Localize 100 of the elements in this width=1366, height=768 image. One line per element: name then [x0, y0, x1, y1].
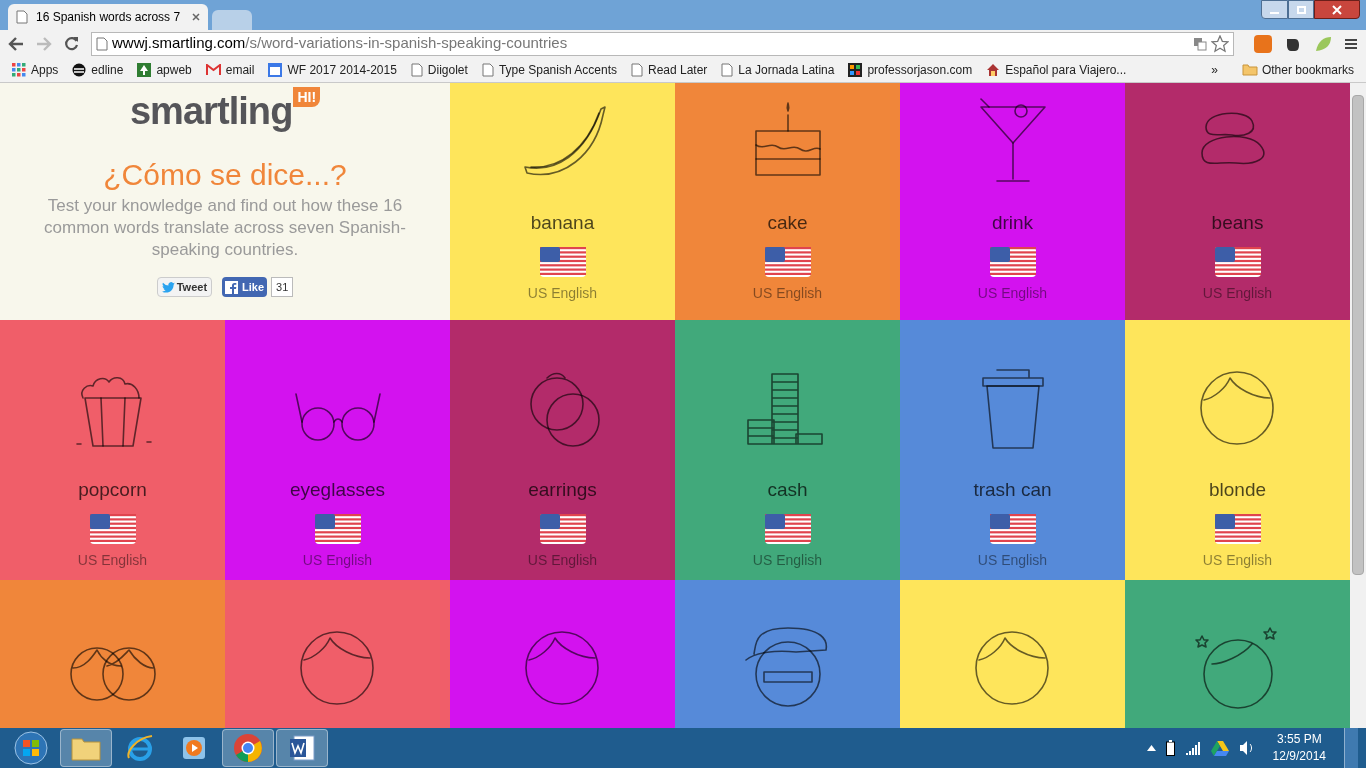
word-label: earrings: [528, 478, 597, 502]
word-tile[interactable]: cake US English: [675, 83, 900, 320]
star-icon[interactable]: [1211, 34, 1229, 53]
bookmark[interactable]: Diigolet: [406, 58, 472, 81]
clock-date[interactable]: 12/9/2014: [1272, 748, 1326, 765]
show-hidden-icon[interactable]: [1146, 745, 1156, 751]
language-label: US English: [1202, 551, 1273, 570]
like-count: 31: [271, 277, 294, 297]
word-tile[interactable]: trash can US English: [900, 320, 1125, 580]
logo-badge: HI!: [293, 87, 321, 107]
facebook-icon: [225, 280, 239, 294]
folder-icon: [71, 735, 101, 761]
logo: smartling: [129, 89, 293, 133]
us-flag-icon: [89, 514, 136, 544]
word-tile[interactable]: eyeglasses US English: [225, 320, 450, 580]
us-flag-icon: [989, 247, 1036, 277]
apps-icon: [12, 62, 26, 77]
language-label: US English: [977, 551, 1048, 570]
more-bookmarks-button[interactable]: »: [1211, 60, 1218, 79]
bookmark[interactable]: Español para Viajero...: [982, 58, 1131, 81]
minimize-button[interactable]: [1261, 0, 1288, 19]
signal-icon[interactable]: [1184, 741, 1201, 755]
us-flag-icon: [764, 247, 811, 277]
page-title: ¿Cómo se dice...?: [103, 157, 347, 193]
document-icon: [288, 734, 316, 762]
page-icon: [410, 62, 423, 77]
show-desktop-button[interactable]: [1344, 728, 1358, 768]
squares-icon: [848, 62, 863, 77]
us-flag-icon: [989, 514, 1036, 544]
word-label: beans: [1211, 211, 1264, 235]
tree-icon: [137, 62, 152, 77]
word-tile[interactable]: blonde US English: [1125, 320, 1350, 580]
us-flag-icon: [764, 514, 811, 544]
close-button[interactable]: [1314, 0, 1360, 19]
back-icon[interactable]: [8, 36, 24, 51]
language-label: US English: [752, 551, 823, 570]
globe-icon: [126, 734, 154, 762]
bookmark[interactable]: WF 2017 2014-2015: [264, 58, 401, 81]
us-flag-icon: [1214, 247, 1261, 277]
play-icon: [182, 736, 206, 760]
battery-icon[interactable]: [1165, 740, 1175, 756]
word-label: banana: [530, 211, 595, 235]
bookmark[interactable]: La Jornada Latina: [717, 58, 839, 81]
url-text: wwwj.smartling.com/s/word-variations-in-spanish-speaking-countries: [112, 33, 569, 54]
folder-icon: [1241, 63, 1258, 76]
page-icon: [16, 10, 28, 24]
browser-tab[interactable]: 16 Spanish words across 7: [8, 4, 208, 30]
word-label: drink: [991, 211, 1034, 235]
house-icon: [986, 62, 1001, 77]
bookmark[interactable]: professorjason.com: [844, 58, 977, 81]
us-flag-icon: [314, 514, 361, 544]
translate-icon[interactable]: [1193, 36, 1207, 51]
language-label: US English: [527, 551, 598, 570]
bookmark[interactable]: Read Later: [626, 58, 712, 81]
language-label: US English: [527, 284, 598, 303]
word-label: blonde: [1208, 478, 1267, 502]
bookmark[interactable]: Apps: [8, 58, 63, 81]
extension-icon[interactable]: [1254, 34, 1272, 53]
speaker-icon[interactable]: [1238, 740, 1255, 756]
bookmark[interactable]: apweb: [133, 58, 196, 81]
reload-icon[interactable]: [64, 36, 79, 51]
word-tile[interactable]: banana US English: [450, 83, 675, 320]
bird-icon: [161, 281, 175, 293]
language-label: US English: [1202, 284, 1273, 303]
language-label: US English: [752, 284, 823, 303]
clock-time[interactable]: 3:55 PM: [1276, 731, 1322, 748]
menu-icon[interactable]: [1344, 36, 1358, 51]
tweet-button[interactable]: Tweet: [156, 277, 213, 297]
address-bar[interactable]: wwwj.smartling.com/s/word-variations-in-spanish-speaking-countries: [91, 31, 1234, 56]
word-label: eyeglasses: [289, 478, 386, 502]
chrome-icon: [233, 733, 263, 763]
close-icon[interactable]: [192, 13, 200, 21]
bookmark[interactable]: edline: [68, 58, 128, 81]
taskbar-button[interactable]: [276, 729, 328, 767]
start-orb-icon: [14, 731, 48, 765]
mail-icon: [205, 63, 221, 76]
scrollbar[interactable]: [1350, 83, 1366, 728]
word-tile[interactable]: drink US English: [900, 83, 1125, 320]
language-label: US English: [302, 551, 373, 570]
swirl-icon: [72, 62, 87, 77]
bookmark[interactable]: email: [201, 58, 259, 81]
word-tile[interactable]: cash US English: [675, 320, 900, 580]
word-label: trash can: [973, 478, 1052, 502]
language-label: US English: [77, 551, 148, 570]
language-label: US English: [977, 284, 1048, 303]
other-bookmarks-button[interactable]: Other bookmarks: [1237, 60, 1358, 79]
scrollbar-thumb[interactable]: [1352, 95, 1364, 575]
bookmark[interactable]: Type Spanish Accents: [477, 58, 621, 81]
page-icon: [96, 36, 108, 51]
maximize-button[interactable]: [1288, 0, 1314, 19]
calendar-icon: [268, 62, 283, 77]
drive-icon[interactable]: [1210, 740, 1229, 756]
page-icon: [481, 62, 494, 77]
word-tile[interactable]: popcorn US English: [0, 320, 225, 580]
page-icon: [630, 62, 643, 77]
word-label: cash: [767, 478, 808, 502]
us-flag-icon: [539, 247, 586, 277]
like-button[interactable]: Like: [222, 277, 268, 297]
taskbar-button[interactable]: [222, 729, 274, 767]
close-icon: [1332, 4, 1342, 15]
